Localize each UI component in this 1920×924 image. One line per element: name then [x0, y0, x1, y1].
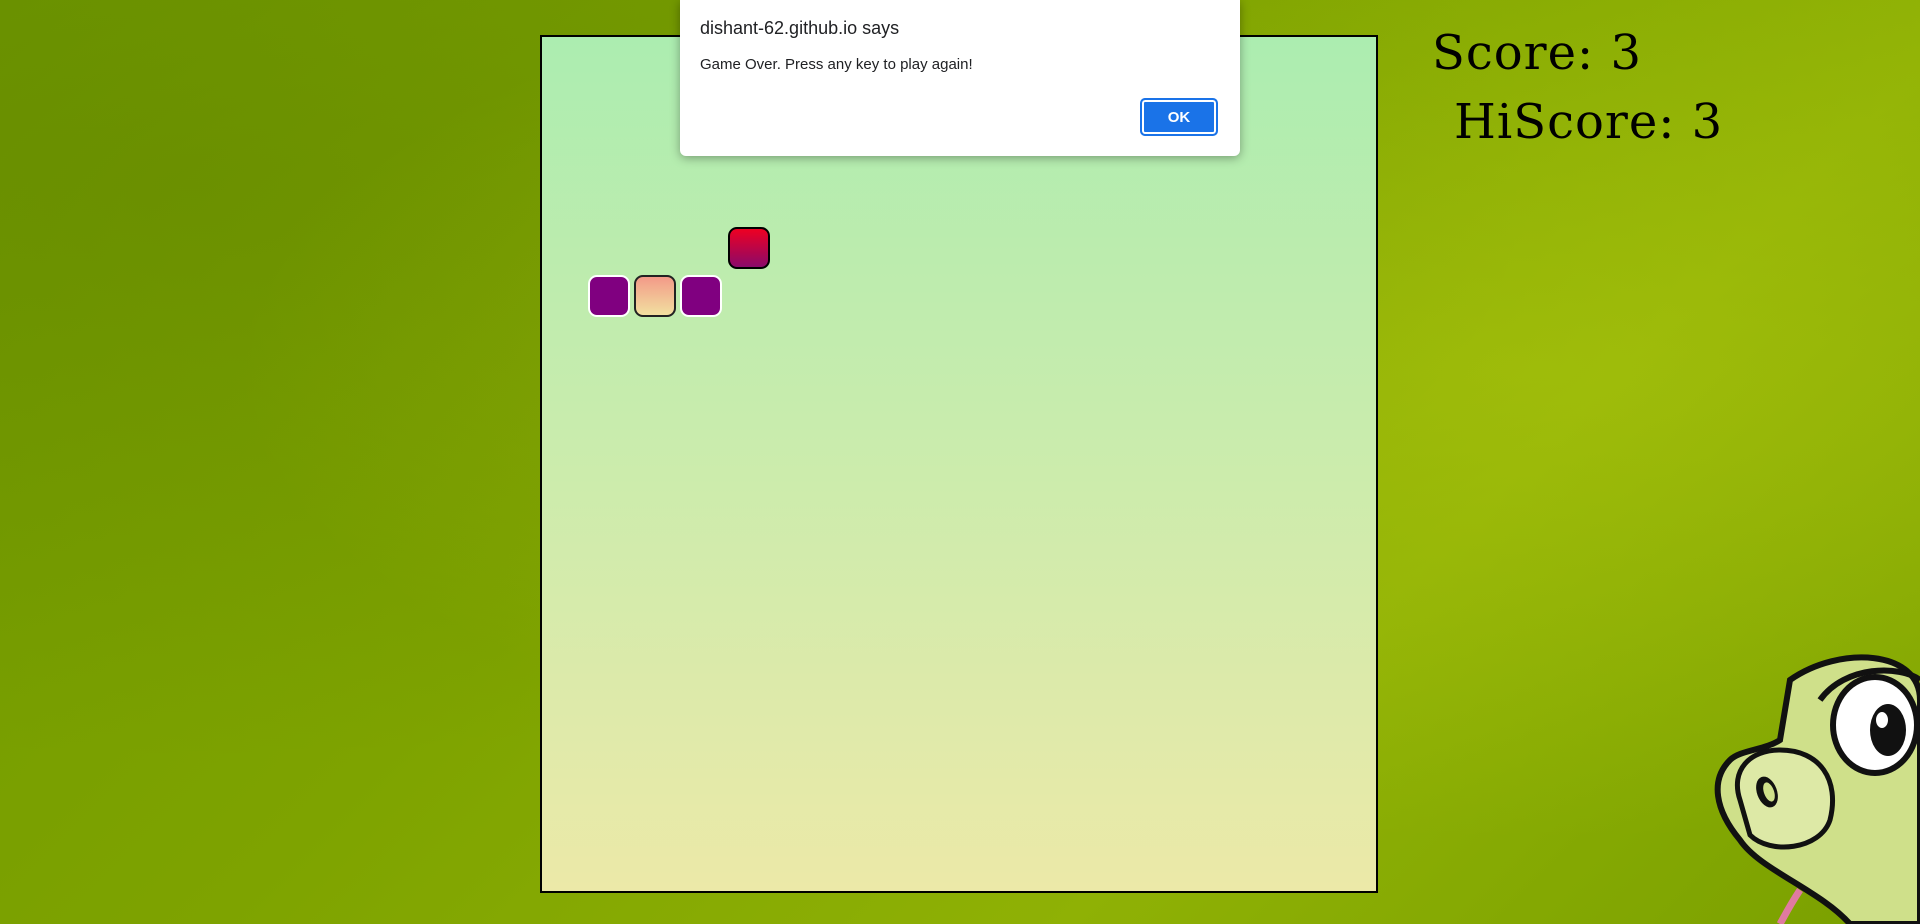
snake-head [634, 275, 676, 317]
food [728, 227, 770, 269]
cartoon-snake-icon [1714, 654, 1920, 924]
alert-dialog: dishant-62.github.io says Game Over. Pre… [680, 0, 1240, 156]
ok-button[interactable]: OK [1140, 98, 1218, 136]
dialog-title: dishant-62.github.io says [700, 18, 900, 38]
score-display: Score: 3 [1432, 25, 1642, 81]
game-board [540, 35, 1378, 893]
snake-body-segment [680, 275, 722, 317]
snake-body-segment [588, 275, 630, 317]
dialog-message: Game Over. Press any key to play again! [700, 56, 973, 73]
hiscore-display: HiScore: 3 [1454, 94, 1724, 150]
